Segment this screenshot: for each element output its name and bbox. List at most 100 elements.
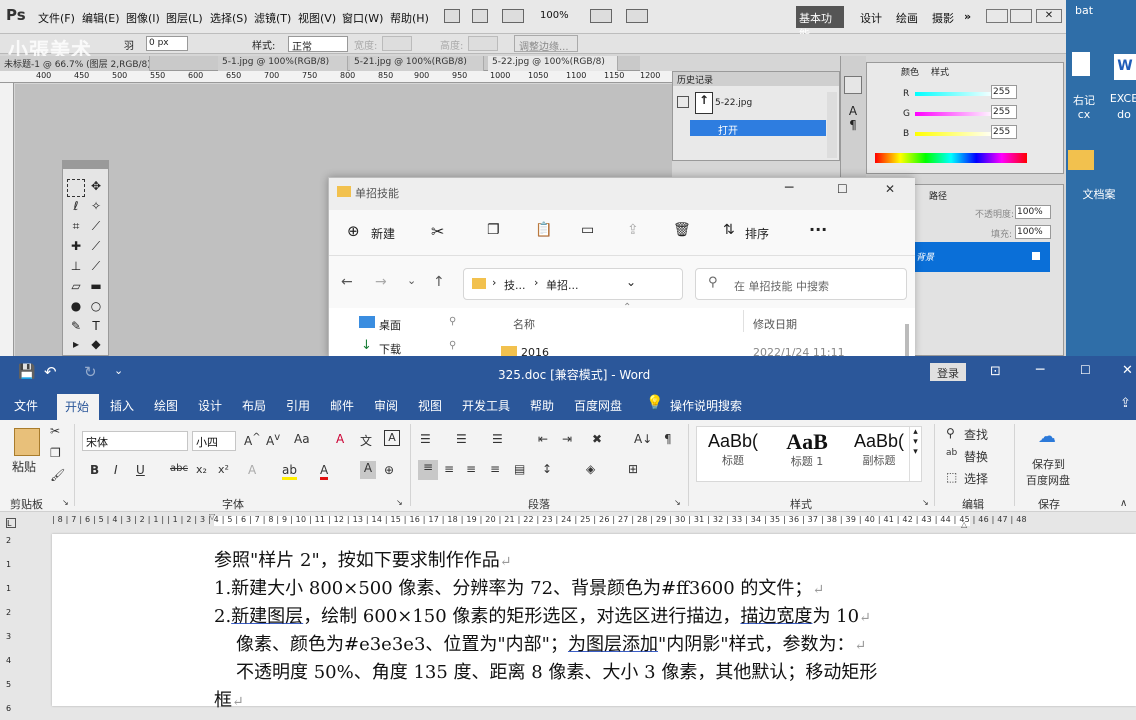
doc-line-3[interactable]: 2.新建图层，绘制 600×150 像素的矩形选区，对选区进行描边，描边宽度为 … [214,602,871,628]
paste-icon[interactable] [14,428,40,456]
stamp-tool-icon[interactable]: ⊥ [67,259,85,277]
height-input[interactable] [468,36,498,51]
line-spacing-icon[interactable]: ↕ [542,462,552,476]
superscript-icon[interactable]: x² [218,463,229,476]
blue-value-input[interactable]: 255 [991,125,1017,139]
history-snapshot-label[interactable]: 5-22.jpg [715,98,752,108]
workspace-painting-button[interactable]: 绘画 [896,10,918,26]
history-scrollbar[interactable] [827,92,837,158]
clipboard-launcher-icon[interactable]: ↘ [62,498,69,507]
ps-menu-image[interactable]: 图像(I) [126,10,160,26]
increase-indent-icon[interactable]: ⇥ [562,432,572,446]
explorer-minimize-button[interactable]: ─ [785,180,793,196]
font-name-select[interactable]: 宋体 [82,431,188,451]
collapse-ribbon-icon[interactable]: ∧ [1120,498,1127,509]
workspace-photography-button[interactable]: 摄影 [932,10,954,26]
cut-icon[interactable]: ✂ [431,222,444,241]
gradient-tool-icon[interactable]: ▬ [87,279,105,297]
brush-tool-icon[interactable]: ⟋ [87,239,105,257]
bold-icon[interactable]: B [90,463,99,477]
explorer-close-button[interactable]: ✕ [885,182,895,196]
char-shading-icon[interactable]: A [360,461,376,479]
feather-input[interactable]: 0 px [146,36,188,51]
view-extras-icon[interactable] [502,9,524,23]
align-right-icon[interactable]: ≡ [466,462,476,476]
ps-menu-help[interactable]: 帮助(H) [390,10,429,26]
more-workspaces-icon[interactable]: » [964,10,971,23]
right-indent-marker-icon[interactable]: △ [961,520,967,529]
opacity-input[interactable]: 100% [1015,205,1051,219]
explorer-scrollbar[interactable] [905,324,909,358]
color-spectrum[interactable] [875,153,1027,163]
address-bar[interactable]: › 技... › 单招... ⌄ [463,268,683,300]
blur-tool-icon[interactable]: ● [67,299,85,317]
redo-icon[interactable]: ↻ [84,363,97,381]
align-center-icon[interactable]: ≡ [444,462,454,476]
ps-menu-filter[interactable]: 滤镜(T) [254,10,291,26]
tab-review[interactable]: 审阅 [374,397,398,414]
undo-icon[interactable]: ↶ [44,363,57,381]
tab-draw[interactable]: 绘图 [154,397,178,414]
sort-button[interactable]: 排序 [745,225,769,242]
address-chevron-icon[interactable]: ⌄ [626,275,636,289]
up-icon[interactable]: ↑ [433,274,445,290]
show-marks-icon[interactable]: ¶ [664,432,672,446]
paste-icon[interactable]: 📋 [535,222,552,238]
column-divider[interactable] [743,310,744,332]
swatches-tab[interactable]: 样式 [931,65,949,78]
breadcrumb-item[interactable]: 技... [504,277,526,293]
strikethrough-icon[interactable]: abc [170,463,188,474]
column-header-name[interactable]: 名称 [513,316,535,332]
nav-item-downloads[interactable]: 下载 [379,341,401,357]
history-step-open[interactable]: 打开 [690,120,826,137]
paste-button[interactable]: 粘贴 [12,458,36,475]
doc-line-6[interactable]: 框↵ [214,686,244,712]
char-border-icon[interactable]: A [384,430,400,446]
desktop-file-label[interactable]: do [1104,108,1136,121]
workspace-design-button[interactable]: 设计 [860,10,882,26]
workspace-essentials-button[interactable]: 基本功能 [796,6,844,41]
baidu-cloud-icon[interactable]: ☁ [1038,426,1056,447]
tab-references[interactable]: 引用 [286,397,310,414]
shading-icon[interactable]: ◈ [586,462,595,476]
back-icon[interactable]: ← [341,274,353,290]
style-item-subtitle[interactable]: AaBb( 副标题 [843,431,915,468]
ps-zoom-level[interactable]: 100% [540,10,569,21]
forward-icon[interactable]: → [375,274,387,290]
ps-doc-tab[interactable]: 5-1.jpg @ 100%(RGB/8) [218,56,348,71]
arrange-icon[interactable] [590,9,612,23]
eyedropper-icon[interactable]: ⟋ [87,219,105,237]
tab-stop-selector[interactable]: L [6,518,16,528]
ps-menu-edit[interactable]: 编辑(E) [82,10,120,26]
indent-marker-icon[interactable]: ▽ [209,512,215,521]
style-select[interactable]: 正常 [288,36,348,53]
column-header-date[interactable]: 修改日期 [753,316,797,332]
share-icon[interactable]: ⇪ [627,222,639,238]
justify-icon[interactable]: ≡ [490,462,500,476]
underline-icon[interactable]: U [136,463,145,477]
text-effects-icon[interactable]: A [248,463,256,477]
explorer-maximize-button[interactable]: ☐ [837,182,848,196]
borders-icon[interactable]: ⊞ [628,462,638,476]
tab-insert[interactable]: 插入 [110,397,134,414]
paragraph-launcher-icon[interactable]: ↘ [674,498,681,507]
change-case-icon[interactable]: Aa [294,432,310,446]
enclose-char-icon[interactable]: ⊕ [384,463,394,477]
red-slider[interactable] [915,92,995,96]
word-maximize-button[interactable]: ☐ [1080,363,1091,377]
font-launcher-icon[interactable]: ↘ [396,498,403,507]
lasso-tool-icon[interactable]: ℓ [67,199,85,217]
login-button[interactable]: 登录 [930,363,966,381]
new-button[interactable]: 新建 [371,225,395,242]
layer-row-background[interactable]: 背景 [914,242,1050,272]
styles-launcher-icon[interactable]: ↘ [922,498,929,507]
panel-icon[interactable] [844,76,862,94]
ps-close-button[interactable]: ✕ [1036,9,1062,23]
styles-scroll-icon[interactable]: ▴ ▾ ▾ [909,427,921,481]
history-panel-title[interactable]: 历史记录 [673,72,839,86]
numbering-icon[interactable]: ☰ [456,432,467,446]
blue-slider[interactable] [915,132,995,136]
ps-menu-view[interactable]: 视图(V) [298,10,336,26]
healing-brush-icon[interactable]: ✚ [67,239,85,257]
color-tab[interactable]: 颜色 [901,65,919,78]
